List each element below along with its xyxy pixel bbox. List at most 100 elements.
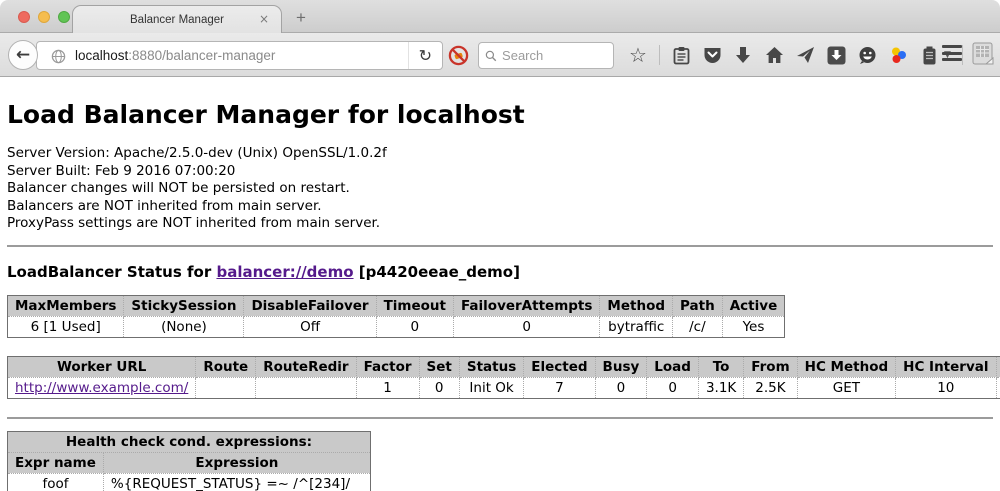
zoom-window-button[interactable] [58,11,70,23]
cell-path: /c/ [673,316,723,337]
tab-bar: Balancer Manager × + [0,0,1000,33]
url-bar[interactable]: localhost:8880/balancer-manager ↻ [36,41,443,70]
worker-url-link[interactable]: http://www.example.com/ [15,380,188,396]
loadbalancer-status-heading: LoadBalancer Status for balancer://demo … [7,263,993,281]
health-check-table: Health check cond. expressions: Expr nam… [7,431,371,491]
page-content: Load Balancer Manager for localhost Serv… [0,77,1000,491]
col-timeout: Timeout [376,295,453,316]
server-built-line: Server Built: Feb 9 2016 07:00:20 [7,163,993,181]
balancer-summary-table: MaxMembers StickySession DisableFailover… [7,295,785,338]
col-to: To [698,356,743,377]
col-path: Path [673,295,723,316]
url-path: :8880/balancer-manager [128,48,275,63]
globe-icon [51,49,66,68]
bookmark-star-icon[interactable]: ☆ [628,45,648,65]
cell-hc-method: GET [797,377,896,398]
cell-timeout: 0 [376,316,453,337]
col-from: From [744,356,797,377]
window-controls [18,11,70,23]
cell-expression: %{REQUEST_STATUS} =~ /^[234]/ [103,473,370,491]
col-route: Route [196,356,256,377]
col-maxmembers: MaxMembers [8,295,124,316]
col-set: Set [419,356,459,377]
col-routeredir: RouteRedir [256,356,356,377]
col-hc-method: HC Method [797,356,896,377]
close-window-button[interactable] [18,11,30,23]
home-icon[interactable] [764,45,784,65]
menu-button[interactable] [942,45,962,61]
blocked-content-icon[interactable] [448,45,469,70]
worker-table: Worker URL Route RouteRedir Factor Set S… [7,356,1000,399]
cell-set: 0 [419,377,459,398]
cell-method: bytraffic [600,316,673,337]
cell-expr-name: foof [8,473,104,491]
table-header-row: Expr name Expression [8,452,371,473]
col-status: Status [459,356,523,377]
tab-balancer-manager[interactable]: Balancer Manager × [72,5,282,34]
smiley-chat-icon[interactable] [857,45,877,65]
cell-routeredir [256,377,356,398]
search-box[interactable] [478,42,614,69]
cell-active: Yes [722,316,785,337]
col-failoverattempts: FailoverAttempts [454,295,600,316]
status-heading-suffix: [p4420eeae_demo] [354,263,520,281]
navigation-toolbar: ← localhost:8880/balancer-manager ↻ ☆ [0,33,1000,77]
table-header-row: Worker URL Route RouteRedir Factor Set S… [8,356,1000,377]
cell-worker-url: http://www.example.com/ [8,377,196,398]
cell-hc-interval: 10 [896,377,996,398]
cell-to: 3.1K [698,377,743,398]
reload-button[interactable]: ↻ [408,42,442,69]
cell-maxmembers: 6 [1 Used] [8,316,124,337]
section-divider [7,245,993,247]
col-active: Active [722,295,785,316]
browser-window: Balancer Manager × + ← localhost:8880/ba… [0,0,1000,491]
col-expression: Expression [103,452,370,473]
col-passes: Passes [996,356,1000,377]
balancer-demo-link[interactable]: balancer://demo [216,263,353,281]
battery-extension-icon[interactable] [919,45,939,65]
new-tab-button[interactable]: + [296,8,306,28]
health-table-title: Health check cond. expressions: [8,431,371,452]
table-header-row: MaxMembers StickySession DisableFailover… [8,295,785,316]
col-factor: Factor [356,356,419,377]
send-plane-icon[interactable] [795,45,815,65]
col-worker-url: Worker URL [8,356,196,377]
back-button[interactable]: ← [8,40,38,70]
col-method: Method [600,295,673,316]
server-version-line: Server Version: Apache/2.5.0-dev (Unix) … [7,145,993,163]
col-disablefailover: DisableFailover [244,295,376,316]
col-stickysession: StickySession [124,295,244,316]
inherit-note-line: Balancers are NOT inherited from main se… [7,198,993,216]
cell-stickysession: (None) [124,316,244,337]
cell-failoverattempts: 0 [454,316,600,337]
table-row: http://www.example.com/ 1 0 Init Ok 7 0 … [8,377,1000,398]
close-tab-icon[interactable]: × [259,12,269,26]
url-domain: localhost [75,48,128,63]
col-expr-name: Expr name [8,452,104,473]
col-load: Load [647,356,699,377]
url-text: localhost:8880/balancer-manager [75,48,408,63]
table-row: foof %{REQUEST_STATUS} =~ /^[234]/ [8,473,371,491]
clipboard-icon[interactable] [671,45,691,65]
cell-busy: 0 [595,377,647,398]
search-input[interactable] [502,48,607,63]
cell-factor: 1 [356,377,419,398]
minimize-window-button[interactable] [38,11,50,23]
toolbar-separator [962,45,963,65]
persist-note-line: Balancer changes will NOT be persisted o… [7,180,993,198]
col-hc-interval: HC Interval [896,356,996,377]
table-title-row: Health check cond. expressions: [8,431,371,452]
page-grid-icon[interactable] [972,42,994,70]
downloads-arrow-icon[interactable] [733,45,753,65]
cell-load: 0 [647,377,699,398]
status-heading-prefix: LoadBalancer Status for [7,263,216,281]
download-extension-icon[interactable] [826,45,846,65]
cell-elected: 7 [524,377,595,398]
cell-status: Init Ok [459,377,523,398]
color-dots-extension-icon[interactable] [888,45,908,65]
cell-disablefailover: Off [244,316,376,337]
search-icon [485,49,497,63]
cell-route [196,377,256,398]
toolbar-icons: ☆ [628,41,963,69]
pocket-icon[interactable] [702,45,722,65]
